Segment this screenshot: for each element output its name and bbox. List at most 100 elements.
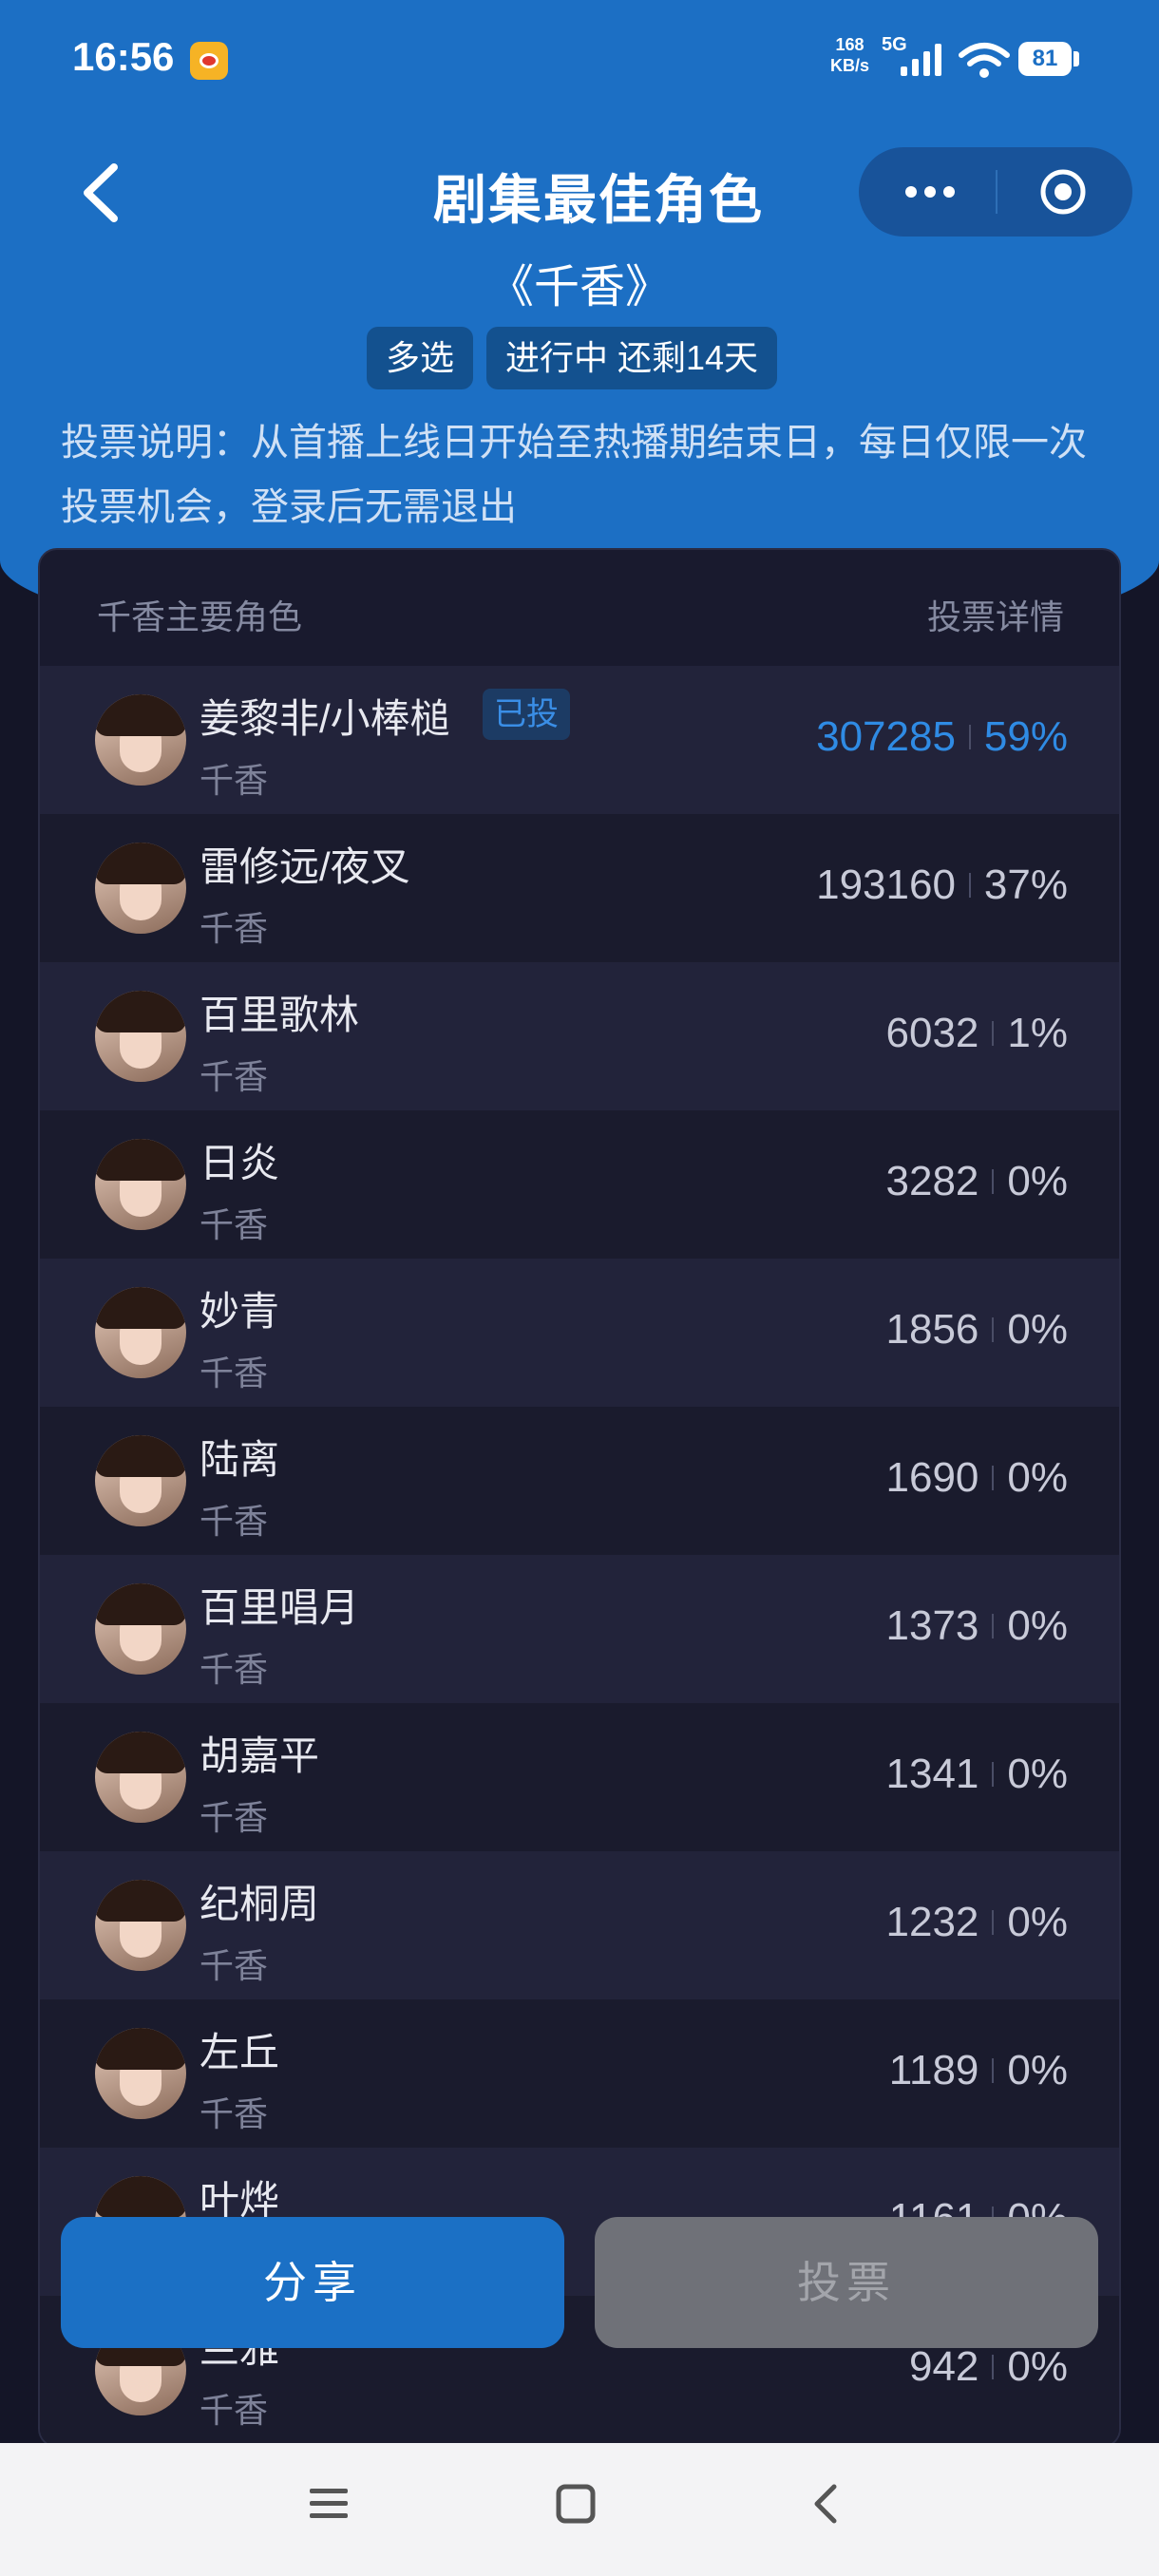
vote-percent: 0% bbox=[1007, 1751, 1068, 1797]
share-button[interactable]: 分享 bbox=[61, 2217, 564, 2348]
list-item[interactable]: 左丘千香 1189 0% bbox=[40, 1999, 1119, 2148]
vote-stats: 942 0% bbox=[909, 2343, 1068, 2391]
vote-count: 6032 bbox=[885, 1010, 979, 1056]
list-item[interactable]: 胡嘉平千香 1341 0% bbox=[40, 1703, 1119, 1851]
system-nav-bar bbox=[0, 2443, 1159, 2576]
ranking-panel: 千香主要角色 投票详情 姜黎非/小棒槌 已投 千香 307285 59% 雷修远/夜叉 千香… bbox=[38, 548, 1121, 2448]
menu-icon[interactable] bbox=[306, 2481, 352, 2527]
battery-tip bbox=[1074, 51, 1079, 66]
stats-divider bbox=[992, 1021, 995, 1046]
vote-percent: 0% bbox=[1007, 1306, 1068, 1353]
stats-divider bbox=[992, 1614, 995, 1638]
list-item[interactable]: 百里歌林 千香 6032 1% bbox=[40, 962, 1119, 1110]
panel-header: 千香主要角色 投票详情 bbox=[40, 550, 1119, 666]
character-name: 姜黎非/小棒槌 bbox=[200, 696, 450, 741]
home-icon[interactable] bbox=[553, 2481, 598, 2527]
stats-divider bbox=[992, 1466, 995, 1490]
character-name: 妙青 bbox=[200, 1289, 280, 1334]
list-item[interactable]: 陆离千香 1690 0% bbox=[40, 1407, 1119, 1555]
show-name: 千香 bbox=[200, 1798, 269, 1837]
show-name: 千香 bbox=[200, 1946, 269, 1985]
vote-count: 1856 bbox=[885, 1306, 979, 1353]
show-name: 千香 bbox=[200, 2391, 269, 2430]
vote-stats: 1373 0% bbox=[886, 1602, 1068, 1650]
character-name: 陆离 bbox=[200, 1437, 280, 1482]
stats-divider bbox=[992, 1317, 995, 1342]
vote-stats: 1690 0% bbox=[886, 1454, 1068, 1502]
miniprogram-capsule bbox=[859, 147, 1132, 237]
stats-divider bbox=[992, 1910, 995, 1935]
avatar bbox=[95, 1287, 186, 1378]
list-item[interactable]: 纪桐周千香 1232 0% bbox=[40, 1851, 1119, 1999]
vote-description: 投票说明：从首播上线日开始至热播期结束日，每日仅限一次投票机会，登录后无需退出 bbox=[61, 422, 1087, 528]
character-name: 日炎 bbox=[200, 1141, 280, 1185]
stats-divider bbox=[992, 1762, 995, 1787]
signal-icon bbox=[901, 44, 941, 76]
list-item[interactable]: 妙青千香 1856 0% bbox=[40, 1259, 1119, 1407]
panel-header-right: 投票详情 bbox=[926, 597, 1064, 636]
vote-button[interactable]: 投票 bbox=[595, 2217, 1098, 2348]
avatar bbox=[95, 1583, 186, 1675]
voted-badge: 已投 bbox=[483, 689, 570, 740]
status-badge: 进行中 还剩14天 bbox=[486, 327, 778, 389]
avatar bbox=[95, 991, 186, 1082]
more-icon[interactable] bbox=[887, 147, 973, 237]
stats-divider bbox=[992, 2058, 995, 2083]
vote-count: 3282 bbox=[885, 1158, 979, 1204]
avatar bbox=[95, 1139, 186, 1230]
show-name: 千香 bbox=[200, 2094, 269, 2133]
vote-stats: 3282 0% bbox=[886, 1158, 1068, 1205]
show-name: 千香 bbox=[200, 1354, 269, 1392]
vote-count: 1373 bbox=[885, 1602, 979, 1649]
vote-count: 1232 bbox=[885, 1899, 979, 1945]
avatar bbox=[95, 1435, 186, 1526]
vote-count: 1341 bbox=[885, 1751, 979, 1797]
status-time: 16:56 bbox=[72, 34, 175, 79]
vote-percent: 0% bbox=[1007, 2047, 1068, 2093]
list-item[interactable]: 日炎千香 3282 0% bbox=[40, 1110, 1119, 1259]
avatar bbox=[95, 694, 186, 786]
mode-badge: 多选 bbox=[367, 327, 474, 389]
vote-count: 1690 bbox=[885, 1454, 979, 1501]
panel-header-left: 千香主要角色 bbox=[97, 597, 303, 636]
character-name: 左丘 bbox=[200, 2030, 280, 2074]
vote-count: 1189 bbox=[888, 2047, 979, 2093]
character-name: 百里唱月 bbox=[200, 1585, 360, 1630]
show-name: 千香 bbox=[200, 1650, 269, 1689]
vote-percent: 0% bbox=[1007, 1602, 1068, 1649]
drama-title: 《千香》 bbox=[487, 262, 671, 313]
vote-stats: 1341 0% bbox=[886, 1751, 1068, 1798]
avatar bbox=[95, 2028, 186, 2119]
list-item[interactable]: 百里唱月千香 1373 0% bbox=[40, 1555, 1119, 1703]
vote-percent: 0% bbox=[1007, 1454, 1068, 1501]
avatar bbox=[95, 843, 186, 934]
speed-unit: KB/s bbox=[830, 56, 870, 75]
list-item[interactable]: 姜黎非/小棒槌 已投 千香 307285 59% bbox=[40, 666, 1119, 814]
show-name: 千香 bbox=[200, 1502, 269, 1541]
wifi-icon bbox=[959, 43, 1010, 78]
speed-value: 168 bbox=[835, 35, 864, 54]
vote-stats: 1856 0% bbox=[886, 1306, 1068, 1354]
character-name: 纪桐周 bbox=[200, 1882, 320, 1926]
vote-percent: 0% bbox=[1007, 1158, 1068, 1204]
avatar bbox=[95, 1880, 186, 1971]
vote-count: 193160 bbox=[816, 862, 956, 908]
vote-percent: 59% bbox=[983, 713, 1068, 760]
vote-stats: 1189 0% bbox=[889, 2047, 1068, 2094]
show-name: 千香 bbox=[200, 1205, 269, 1244]
avatar bbox=[95, 1732, 186, 1823]
show-name: 千香 bbox=[200, 909, 269, 948]
list-item[interactable]: 雷修远/夜叉 千香 193160 37% bbox=[40, 814, 1119, 962]
capsule-divider bbox=[996, 170, 998, 214]
show-name: 千香 bbox=[200, 761, 269, 800]
vote-percent: 0% bbox=[1007, 1899, 1068, 1945]
show-name: 千香 bbox=[200, 1057, 269, 1096]
character-name: 胡嘉平 bbox=[200, 1733, 320, 1778]
nav-back-icon[interactable] bbox=[804, 2481, 849, 2527]
stats-divider bbox=[968, 725, 971, 749]
character-name: 百里歌林 bbox=[200, 993, 360, 1037]
close-target-icon[interactable] bbox=[1039, 168, 1087, 216]
vote-stats: 193160 37% bbox=[816, 862, 1068, 909]
vote-count: 942 bbox=[908, 2343, 979, 2390]
vote-stats: 1232 0% bbox=[886, 1899, 1068, 1946]
